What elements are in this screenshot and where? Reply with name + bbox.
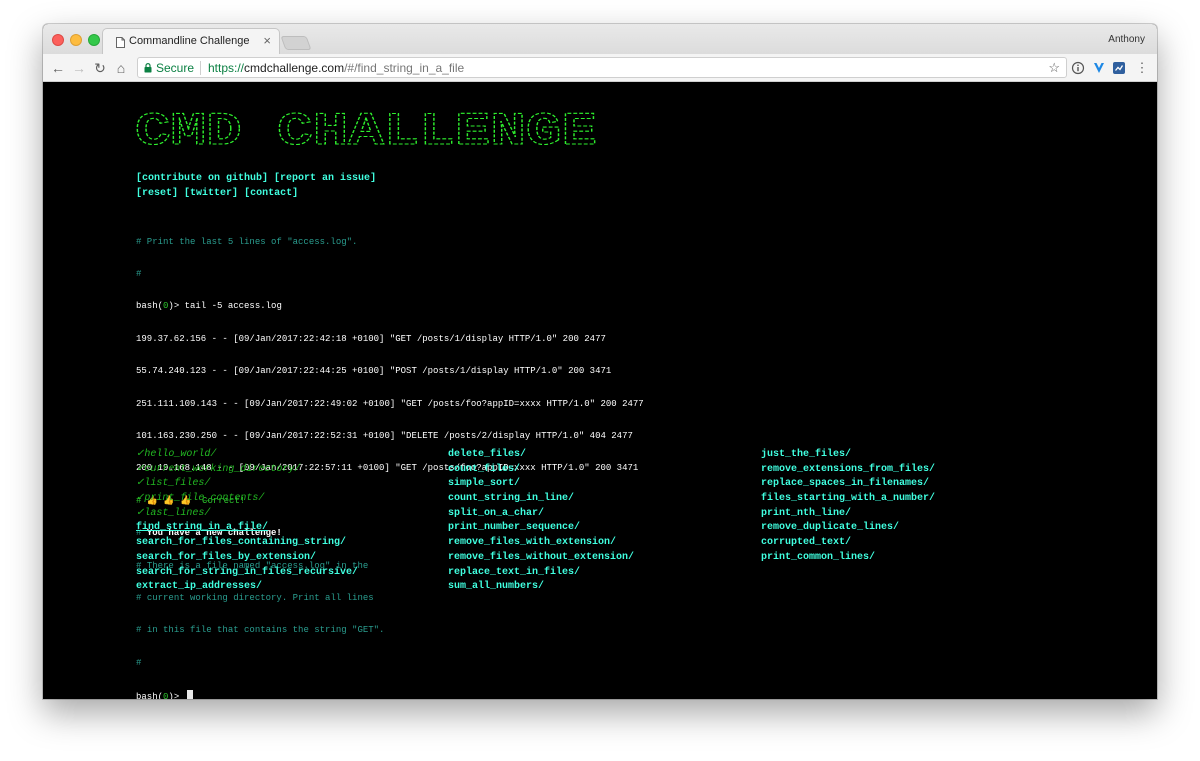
- comment-hash: #: [136, 268, 142, 279]
- challenge-link-done[interactable]: ✓print_file_contents/: [136, 492, 358, 507]
- profile-name[interactable]: Anthony: [1108, 34, 1145, 45]
- vimium-extension-icon[interactable]: [1092, 61, 1106, 75]
- challenge-link[interactable]: remove_files_with_extension/: [448, 536, 634, 551]
- report-issue-link[interactable]: [report an issue]: [274, 173, 376, 184]
- challenge-link[interactable]: files_starting_with_a_number/: [761, 492, 935, 507]
- challenge-link[interactable]: search_for_string_in_files_recursive/: [136, 566, 358, 581]
- challenge-link[interactable]: print_nth_line/: [761, 507, 935, 522]
- terminal-cursor: [186, 690, 193, 699]
- window-maximize-button[interactable]: [88, 34, 100, 46]
- twitter-link[interactable]: [twitter]: [184, 188, 238, 199]
- output-line: 55.74.240.123 - - [09/Jan/2017:22:44:25 …: [136, 366, 612, 377]
- url-host: cmdchallenge.com: [244, 61, 345, 75]
- contribute-github-link[interactable]: [contribute on github]: [136, 173, 268, 184]
- entered-command: tail -5 access.log: [184, 301, 282, 312]
- challenge-link[interactable]: corrupted_text/: [761, 536, 935, 551]
- banner-text: CMD CHALLENGE: [135, 106, 597, 158]
- browser-toolbar: ← → ↻ ⌂ Secure https://cmdchallenge.com/…: [43, 54, 1157, 82]
- active-prompt-line[interactable]: bash(0)>: [136, 690, 644, 699]
- challenge-column-1: ✓hello_world/ ✓current_working_directory…: [136, 448, 358, 595]
- challenge-link-done[interactable]: ✓current_working_directory/: [136, 463, 358, 478]
- window-minimize-button[interactable]: [70, 34, 82, 46]
- challenge-text: in this file that contains the string "G…: [146, 625, 385, 636]
- home-icon[interactable]: ⌂: [112, 59, 130, 77]
- cmd-challenge-banner: CMD CHALLENGE: [135, 105, 598, 158]
- challenge-link[interactable]: remove_files_without_extension/: [448, 551, 634, 566]
- task-comment: # Print the last 5 lines of "access.log"…: [136, 236, 358, 247]
- browser-tab-active[interactable]: Commandline Challenge ×: [102, 28, 280, 54]
- window-close-button[interactable]: [52, 34, 64, 46]
- bookmark-star-icon[interactable]: ☆: [1048, 60, 1060, 76]
- output-line: 101.163.230.250 - - [09/Jan/2017:22:52:3…: [136, 430, 633, 441]
- browser-window: Commandline Challenge × Anthony ← → ↻ ⌂ …: [43, 24, 1157, 699]
- challenge-line: # in this file that contains the string …: [136, 625, 644, 636]
- challenge-column-2: delete_files/ count_files/ simple_sort/ …: [448, 448, 634, 595]
- challenge-link[interactable]: search_for_files_by_extension/: [136, 551, 358, 566]
- output-line: 199.37.62.156 - - [09/Jan/2017:22:42:18 …: [136, 333, 606, 344]
- challenge-link[interactable]: remove_duplicate_lines/: [761, 521, 935, 536]
- reset-link[interactable]: [reset]: [136, 188, 178, 199]
- challenge-link[interactable]: remove_extensions_from_files/: [761, 463, 935, 478]
- url-text[interactable]: https://cmdchallenge.com/#/find_string_i…: [208, 61, 464, 75]
- challenge-link[interactable]: delete_files/: [448, 448, 634, 463]
- tab-close-icon[interactable]: ×: [263, 33, 271, 49]
- challenge-link[interactable]: print_common_lines/: [761, 551, 935, 566]
- prompt-prefix: bash(: [136, 692, 164, 699]
- prompt-suffix: )>: [168, 692, 185, 699]
- links-row-1: [contribute on github] [report an issue]: [136, 173, 376, 184]
- challenge-link-current[interactable]: find_string_in_a_file/: [136, 521, 358, 536]
- challenge-link[interactable]: split_on_a_char/: [448, 507, 634, 522]
- challenge-link[interactable]: count_files/: [448, 463, 634, 478]
- back-arrow-icon[interactable]: ←: [49, 59, 67, 77]
- prompt-suffix: )>: [168, 301, 185, 312]
- tab-strip: Commandline Challenge × Anthony: [43, 24, 1157, 54]
- output-line: 251.111.109.143 - - [09/Jan/2017:22:49:0…: [136, 398, 644, 409]
- challenge-link[interactable]: extract_ip_addresses/: [136, 580, 358, 595]
- comment-hash: #: [136, 657, 142, 668]
- reload-icon[interactable]: ↻: [91, 59, 109, 77]
- challenge-link[interactable]: simple_sort/: [448, 477, 634, 492]
- url-path: /#/find_string_in_a_file: [344, 61, 465, 75]
- url-scheme: https://: [208, 61, 245, 75]
- extension-icon[interactable]: [1112, 61, 1126, 75]
- challenge-link-done[interactable]: ✓list_files/: [136, 477, 358, 492]
- challenge-link-done[interactable]: ✓hello_world/: [136, 448, 358, 463]
- browser-menu-icon[interactable]: ⋮: [1133, 59, 1151, 77]
- address-bar[interactable]: Secure https://cmdchallenge.com/#/find_s…: [137, 57, 1067, 78]
- document-icon: [116, 37, 125, 48]
- challenge-column-3: just_the_files/ remove_extensions_from_f…: [761, 448, 935, 566]
- contact-link[interactable]: [contact]: [244, 188, 298, 199]
- links-row-2: [reset] [twitter] [contact]: [136, 188, 298, 199]
- comment-hash: #: [136, 625, 142, 636]
- forward-arrow-icon[interactable]: →: [70, 59, 88, 77]
- secure-label: Secure: [156, 61, 195, 75]
- page-content: CMD CHALLENGE [contribute on github] [re…: [43, 82, 1157, 699]
- prompt-line: bash(0)> tail -5 access.log: [136, 301, 644, 312]
- challenge-link[interactable]: count_string_in_line/: [448, 492, 634, 507]
- challenge-link[interactable]: sum_all_numbers/: [448, 580, 634, 595]
- new-tab-button[interactable]: [280, 36, 312, 50]
- url-divider: [200, 61, 201, 75]
- challenge-link[interactable]: replace_spaces_in_filenames/: [761, 477, 935, 492]
- tab-title: Commandline Challenge: [129, 35, 250, 47]
- challenge-link[interactable]: replace_text_in_files/: [448, 566, 634, 581]
- lock-icon: [144, 63, 152, 73]
- challenge-link-done[interactable]: ✓last_lines/: [136, 507, 358, 522]
- prompt-prefix: bash(: [136, 301, 164, 312]
- challenge-link[interactable]: just_the_files/: [761, 448, 935, 463]
- info-icon[interactable]: [1071, 61, 1085, 75]
- challenge-link[interactable]: search_for_files_containing_string/: [136, 536, 358, 551]
- challenge-link[interactable]: print_number_sequence/: [448, 521, 634, 536]
